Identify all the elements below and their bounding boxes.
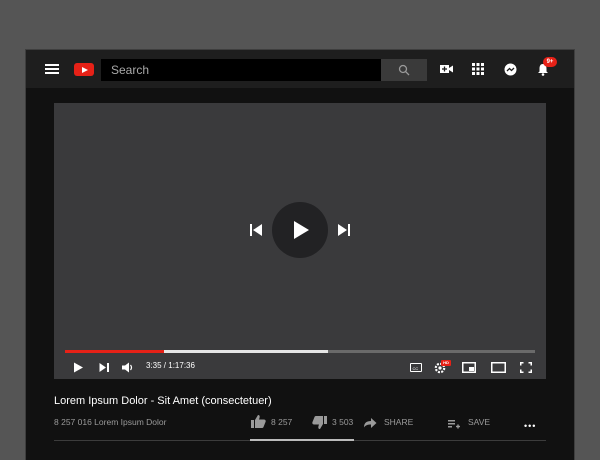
save-label[interactable]: SAVE (468, 417, 490, 427)
theater-mode-icon[interactable] (491, 362, 506, 373)
video-player[interactable]: 3:35 / 1:17:36 CC HD (54, 103, 546, 379)
logo-icon[interactable] (74, 63, 94, 76)
search-icon (398, 64, 410, 76)
previous-icon[interactable] (249, 223, 263, 237)
subtitles-icon[interactable]: CC (410, 363, 422, 372)
next-small-icon[interactable] (99, 362, 110, 373)
hd-badge: HD (441, 360, 451, 366)
messages-icon[interactable] (504, 63, 517, 76)
play-button[interactable] (272, 202, 328, 258)
top-bar: 9+ (26, 50, 574, 88)
next-icon[interactable] (337, 223, 351, 237)
notification-badge: 9+ (543, 57, 557, 67)
menu-icon[interactable] (45, 64, 59, 74)
search-button[interactable] (381, 59, 427, 81)
like-count: 8 257 (271, 417, 293, 427)
play-small-icon[interactable] (73, 362, 84, 373)
miniplayer-icon[interactable] (462, 362, 476, 373)
more-options-icon[interactable]: ••• (524, 421, 536, 431)
subtitles-text: CC (412, 366, 419, 371)
divider-highlight (250, 439, 354, 441)
search-input[interactable] (101, 59, 381, 81)
duration: 1:17:36 (168, 361, 195, 370)
share-label[interactable]: SHARE (384, 417, 413, 427)
dislike-count: 3 503 (332, 417, 354, 427)
app-window: 9+ 3:35 / 1:17:36 CC (26, 50, 574, 460)
share-icon[interactable] (363, 416, 377, 430)
like-icon[interactable] (251, 414, 266, 428)
volume-icon[interactable] (122, 362, 135, 373)
fullscreen-icon[interactable] (520, 362, 532, 373)
video-views: 8 257 016 Lorem Ipsum Dolor (54, 417, 167, 427)
save-playlist-icon[interactable] (448, 417, 460, 431)
create-video-icon[interactable] (440, 63, 454, 75)
time-display: 3:35 / 1:17:36 (146, 361, 195, 370)
apps-grid-icon[interactable] (472, 63, 484, 75)
current-time: 3:35 (146, 361, 162, 370)
progress-played (65, 350, 164, 353)
dislike-icon[interactable] (312, 416, 327, 430)
video-title: Lorem Ipsum Dolor - Sit Amet (consectetu… (54, 395, 272, 407)
progress-bar[interactable] (65, 350, 535, 353)
